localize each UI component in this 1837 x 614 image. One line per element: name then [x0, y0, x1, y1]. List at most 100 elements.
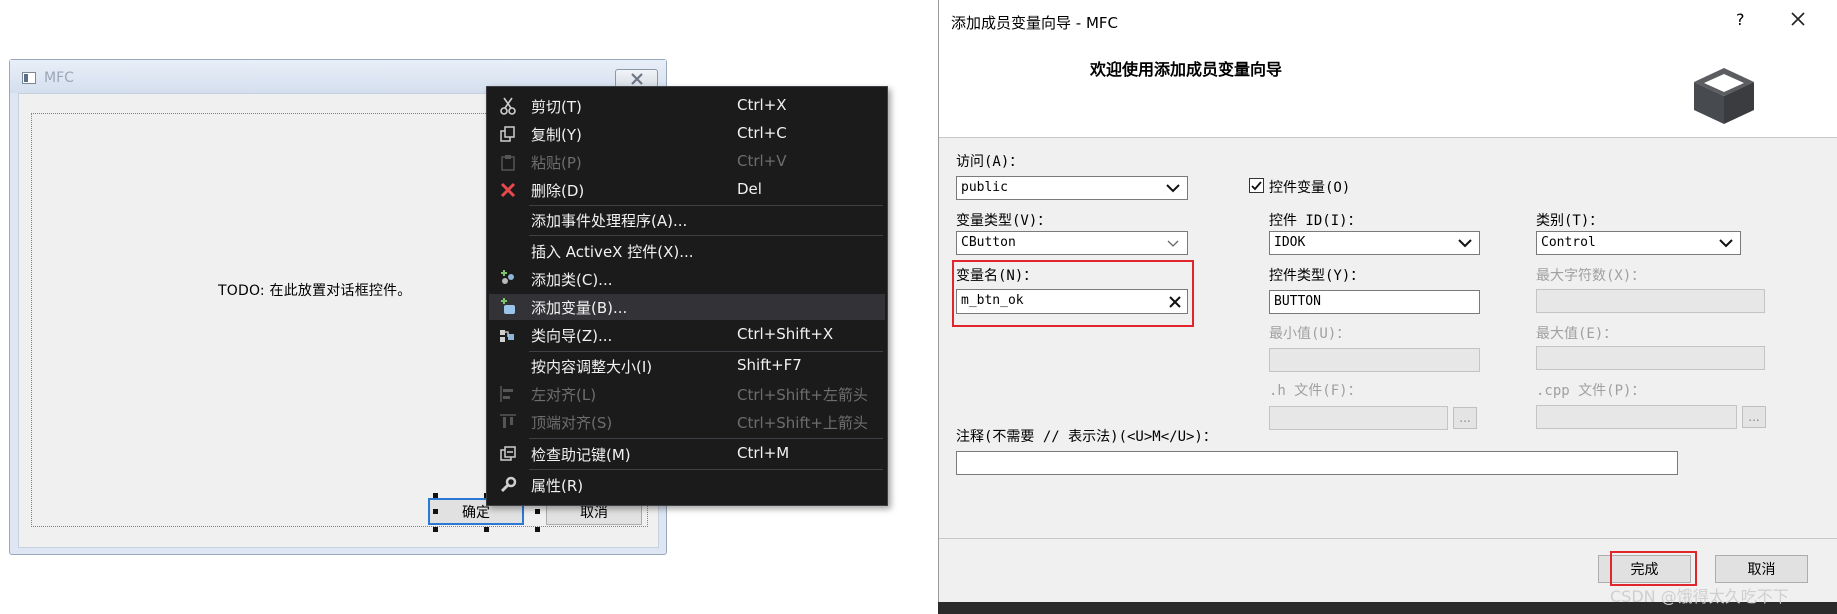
variable-type-combo[interactable]: CButton — [956, 231, 1188, 255]
menu-item-label: 属性(R) — [531, 477, 584, 495]
resize-handle[interactable] — [484, 527, 489, 532]
resize-handle[interactable] — [433, 509, 438, 514]
menu-item-cut[interactable]: 剪切(T) Ctrl+X — [489, 93, 885, 119]
chevron-down-icon — [1458, 239, 1472, 248]
menu-item-label: 添加变量(B)... — [531, 299, 628, 317]
menu-separator — [529, 351, 883, 352]
variable-type-value: CButton — [961, 235, 1016, 250]
align-left-icon — [497, 383, 519, 405]
check-icon — [1251, 181, 1262, 191]
menu-item-insert-activex[interactable]: 插入 ActiveX 控件(X)... — [489, 238, 885, 264]
h-file-browse-button: ... — [1453, 407, 1477, 429]
menu-item-shortcut: Ctrl+Shift+X — [737, 325, 834, 343]
resize-handle[interactable] — [433, 527, 438, 532]
scissors-icon — [497, 95, 519, 117]
access-combo[interactable]: public — [956, 176, 1188, 200]
wizard-titlebar: 添加成员变量向导 - MFC ? — [939, 0, 1837, 42]
menu-item-shortcut: Ctrl+M — [737, 444, 790, 462]
menu-item-shortcut: Ctrl+C — [737, 124, 787, 142]
menu-item-label: 删除(D) — [531, 182, 585, 200]
control-type-value: BUTTON — [1274, 294, 1321, 309]
max-value-input — [1536, 346, 1765, 370]
mnemonic-icon — [497, 443, 519, 465]
control-variable-checkbox[interactable] — [1249, 178, 1264, 193]
menu-separator — [529, 235, 883, 236]
watermark-text: CSDN @饿得太久吃不下 — [1610, 587, 1789, 606]
mfc-window-title: MFC — [44, 70, 74, 86]
menu-item-label: 检查助记键(M) — [531, 446, 631, 464]
h-file-input — [1269, 406, 1448, 430]
add-class-icon — [497, 268, 519, 290]
category-combo[interactable]: Control — [1536, 231, 1741, 255]
menu-item-size-to-content[interactable]: 按内容调整大小(I) Shift+F7 — [489, 353, 885, 379]
menu-item-align-top: 顶端对齐(S) Ctrl+Shift+上箭头 — [489, 409, 885, 435]
close-icon — [630, 72, 643, 85]
menu-item-add-event-handler[interactable]: 添加事件处理程序(A)... — [489, 207, 885, 233]
menu-item-label: 粘贴(P) — [531, 154, 582, 172]
control-variable-label: 控件变量(O) — [1269, 180, 1351, 196]
menu-separator — [529, 438, 883, 439]
wizard-title: 添加成员变量向导 - MFC — [951, 14, 1118, 32]
menu-item-shortcut: Ctrl+Shift+左箭头 — [737, 386, 868, 404]
menu-item-copy[interactable]: 复制(Y) Ctrl+C — [489, 121, 885, 147]
variable-type-label: 变量类型(V)： — [956, 213, 1052, 229]
menu-item-label: 剪切(T) — [531, 98, 582, 116]
highlight-box — [952, 260, 1194, 327]
context-menu: 剪切(T) Ctrl+X 复制(Y) Ctrl+C 粘贴(P) Ctrl+V 删… — [486, 86, 888, 506]
access-label: 访问(A)： — [956, 154, 1024, 170]
category-label: 类别(T)： — [1536, 213, 1604, 229]
control-id-combo[interactable]: IDOK — [1269, 231, 1480, 255]
menu-item-label: 顶端对齐(S) — [531, 414, 613, 432]
chevron-down-icon — [1167, 240, 1179, 247]
menu-item-shortcut: Ctrl+X — [737, 96, 787, 114]
control-id-value: IDOK — [1274, 235, 1306, 250]
resize-handle[interactable] — [535, 509, 540, 514]
menu-item-class-wizard[interactable]: 类向导(Z)... Ctrl+Shift+X — [489, 322, 885, 348]
chevron-down-icon — [1719, 239, 1733, 248]
cancel-button[interactable]: 取消 — [1715, 555, 1808, 583]
menu-item-label: 复制(Y) — [531, 126, 582, 144]
cpp-file-input — [1536, 405, 1737, 429]
menu-separator — [529, 469, 883, 470]
menu-item-shortcut: Ctrl+Shift+上箭头 — [737, 414, 868, 432]
menu-item-shortcut: Ctrl+V — [737, 152, 787, 170]
max-chars-label: 最大字符数(X)： — [1536, 268, 1646, 284]
paste-icon — [497, 151, 519, 173]
copy-icon — [497, 123, 519, 145]
max-chars-input — [1536, 289, 1765, 313]
delete-icon — [497, 179, 519, 201]
wizard-heading: 欢迎使用添加成员变量向导 — [1090, 60, 1283, 79]
resize-handle[interactable] — [535, 527, 540, 532]
menu-item-label: 类向导(Z)... — [531, 327, 613, 345]
comment-label: 注释(不需要 // 表示法)(<U>M</U>)： — [956, 429, 1217, 445]
app-icon — [22, 72, 36, 84]
access-value: public — [961, 180, 1008, 195]
menu-item-check-mnemonics[interactable]: 检查助记键(M) Ctrl+M — [489, 441, 885, 467]
close-button[interactable] — [1787, 8, 1809, 30]
cpp-file-browse-button: ... — [1742, 406, 1766, 428]
wrench-icon — [497, 474, 519, 496]
menu-item-paste: 粘贴(P) Ctrl+V — [489, 149, 885, 175]
menu-item-label: 添加事件处理程序(A)... — [531, 212, 688, 230]
menu-item-shortcut: Del — [737, 180, 762, 198]
min-value-label: 最小值(U)： — [1269, 326, 1351, 342]
highlight-box — [1610, 551, 1697, 586]
comment-input[interactable] — [956, 451, 1678, 475]
add-member-variable-wizard: 添加成员变量向导 - MFC ? 欢迎使用添加成员变量向导 访问(A)： pub… — [938, 0, 1837, 614]
menu-item-add-variable[interactable]: 添加变量(B)... — [489, 294, 885, 320]
menu-item-delete[interactable]: 删除(D) Del — [489, 177, 885, 203]
control-id-label: 控件 ID(I)： — [1269, 213, 1362, 229]
menu-item-label: 左对齐(L) — [531, 386, 597, 404]
wizard-box-icon — [1694, 68, 1754, 124]
resize-handle[interactable] — [433, 493, 438, 498]
class-wizard-icon — [497, 324, 519, 346]
chevron-down-icon — [1166, 184, 1180, 193]
menu-item-label: 添加类(C)... — [531, 271, 613, 289]
menu-item-shortcut: Shift+F7 — [737, 356, 802, 374]
todo-static-text[interactable]: TODO: 在此放置对话框控件。 — [218, 280, 412, 300]
menu-item-properties[interactable]: 属性(R) — [489, 472, 885, 498]
help-button[interactable]: ? — [1736, 10, 1745, 29]
category-value: Control — [1541, 235, 1596, 250]
menu-item-add-class[interactable]: 添加类(C)... — [489, 266, 885, 292]
control-type-field: BUTTON — [1269, 290, 1480, 314]
